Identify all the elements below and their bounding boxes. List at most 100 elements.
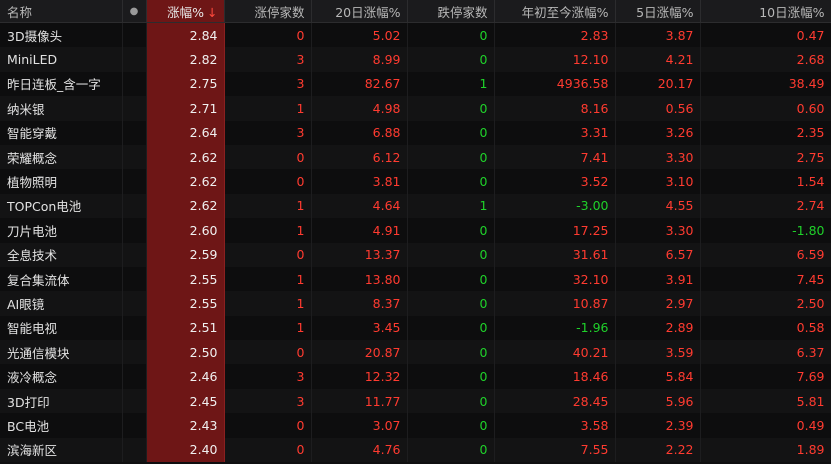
cell-name: 光通信模块: [0, 340, 123, 365]
cell-limit-down: 1: [407, 71, 495, 97]
cell-limit-up: 0: [224, 437, 312, 463]
table-row[interactable]: 滨海新区 2.40 0 4.76 0 7.55 2.22 1.89: [0, 437, 831, 463]
cell-limit-down: 0: [407, 47, 495, 72]
cell-change-10d: 2.50: [700, 291, 831, 316]
cell-ytd: 3.52: [494, 169, 616, 194]
cell-ytd: 31.61: [494, 242, 616, 267]
cell-limit-down: 0: [407, 96, 495, 121]
table-row[interactable]: 智能电视 2.51 1 3.45 0 -1.96 2.89 0.58: [0, 315, 831, 341]
table-row[interactable]: AI眼镜 2.55 1 8.37 0 10.87 2.97 2.50: [0, 291, 831, 316]
cell-name: 滨海新区: [0, 437, 123, 463]
cell-limit-down: 0: [407, 242, 495, 267]
cell-ytd: 12.10: [494, 47, 616, 72]
table-body: 3D摄像头 2.84 0 5.02 0 2.83 3.87 0.47 MiniLED 2.82 3 8…: [0, 22, 831, 463]
cell-change-5d: 3.10: [615, 169, 701, 194]
cell-change: 2.43: [146, 413, 225, 438]
cell-change-20d: 6.88: [311, 120, 408, 145]
cell-change-20d: 11.77: [311, 388, 408, 414]
cell-watch: [122, 364, 147, 389]
column-header-limit-up[interactable]: 涨停家数: [224, 0, 312, 23]
cell-change-10d: 0.60: [700, 96, 831, 121]
sector-ranking-table: 名称 ● 涨幅% ↓ 涨停家数 20日涨幅% 跌停家数 年初至今涨幅% 5日涨幅%…: [0, 0, 831, 463]
table-row[interactable]: TOPCon电池 2.62 1 4.64 1 -3.00 4.55 2.74: [0, 193, 831, 219]
cell-ytd: 17.25: [494, 218, 616, 243]
table-row[interactable]: BC电池 2.43 0 3.07 0 3.58 2.39 0.49: [0, 413, 831, 438]
cell-change: 2.40: [146, 437, 225, 463]
table-header-row: 名称 ● 涨幅% ↓ 涨停家数 20日涨幅% 跌停家数 年初至今涨幅% 5日涨幅%…: [0, 0, 831, 23]
table-row[interactable]: 植物照明 2.62 0 3.81 0 3.52 3.10 1.54: [0, 169, 831, 194]
table-row[interactable]: 复合集流体 2.55 1 13.80 0 32.10 3.91 7.45: [0, 266, 831, 292]
cell-change-20d: 4.98: [311, 96, 408, 121]
cell-change-10d: 2.74: [700, 193, 831, 219]
cell-watch: [122, 47, 147, 72]
cell-change: 2.84: [146, 22, 225, 48]
cell-change-10d: 6.59: [700, 242, 831, 267]
table-row[interactable]: 液冷概念 2.46 3 12.32 0 18.46 5.84 7.69: [0, 364, 831, 389]
cell-limit-up: 3: [224, 120, 312, 145]
cell-change-10d: 1.54: [700, 169, 831, 194]
cell-watch: [122, 193, 147, 219]
cell-change-10d: 1.89: [700, 437, 831, 463]
column-header-name[interactable]: 名称: [0, 0, 123, 23]
cell-change-10d: -1.80: [700, 218, 831, 243]
cell-name: 智能电视: [0, 315, 123, 341]
table-row[interactable]: MiniLED 2.82 3 8.99 0 12.10 4.21 2.68: [0, 47, 831, 72]
cell-limit-down: 1: [407, 193, 495, 219]
watch-dot-icon[interactable]: ●: [122, 0, 147, 23]
table-row[interactable]: 昨日连板_含一字 2.75 3 82.67 1 4936.58 20.17 38.49: [0, 71, 831, 97]
cell-limit-up: 1: [224, 291, 312, 316]
cell-change-5d: 4.21: [615, 47, 701, 72]
cell-change: 2.64: [146, 120, 225, 145]
cell-name: AI眼镜: [0, 291, 123, 316]
column-header-limit-down[interactable]: 跌停家数: [407, 0, 495, 23]
cell-change-10d: 7.45: [700, 266, 831, 292]
cell-limit-down: 0: [407, 22, 495, 48]
cell-change: 2.55: [146, 291, 225, 316]
cell-change: 2.55: [146, 266, 225, 292]
cell-watch: [122, 242, 147, 267]
cell-watch: [122, 413, 147, 438]
cell-change-20d: 8.99: [311, 47, 408, 72]
cell-change-10d: 7.69: [700, 364, 831, 389]
cell-change-10d: 5.81: [700, 388, 831, 414]
column-header-change[interactable]: 涨幅% ↓: [146, 0, 225, 23]
cell-ytd: 7.55: [494, 437, 616, 463]
table-row[interactable]: 智能穿戴 2.64 3 6.88 0 3.31 3.26 2.35: [0, 120, 831, 145]
cell-watch: [122, 291, 147, 316]
cell-limit-up: 0: [224, 144, 312, 170]
column-header-ytd[interactable]: 年初至今涨幅%: [494, 0, 616, 23]
cell-limit-down: 0: [407, 291, 495, 316]
cell-change: 2.60: [146, 218, 225, 243]
cell-change: 2.75: [146, 71, 225, 97]
cell-limit-down: 0: [407, 266, 495, 292]
table-row[interactable]: 3D摄像头 2.84 0 5.02 0 2.83 3.87 0.47: [0, 22, 831, 48]
cell-limit-down: 0: [407, 364, 495, 389]
cell-limit-down: 0: [407, 218, 495, 243]
table-row[interactable]: 光通信模块 2.50 0 20.87 0 40.21 3.59 6.37: [0, 340, 831, 365]
column-header-change-5d[interactable]: 5日涨幅%: [615, 0, 701, 23]
cell-change-5d: 2.22: [615, 437, 701, 463]
cell-limit-up: 3: [224, 47, 312, 72]
cell-limit-up: 0: [224, 22, 312, 48]
cell-watch: [122, 266, 147, 292]
cell-change-5d: 4.55: [615, 193, 701, 219]
cell-change: 2.50: [146, 340, 225, 365]
table-row[interactable]: 全息技术 2.59 0 13.37 0 31.61 6.57 6.59: [0, 242, 831, 267]
table-row[interactable]: 纳米银 2.71 1 4.98 0 8.16 0.56 0.60: [0, 96, 831, 121]
cell-limit-up: 3: [224, 388, 312, 414]
cell-watch: [122, 388, 147, 414]
cell-watch: [122, 71, 147, 97]
cell-ytd: 2.83: [494, 22, 616, 48]
table-row[interactable]: 刀片电池 2.60 1 4.91 0 17.25 3.30 -1.80: [0, 218, 831, 243]
cell-change: 2.46: [146, 364, 225, 389]
cell-change-10d: 6.37: [700, 340, 831, 365]
cell-limit-up: 0: [224, 242, 312, 267]
table-row[interactable]: 3D打印 2.45 3 11.77 0 28.45 5.96 5.81: [0, 388, 831, 414]
cell-change-5d: 5.96: [615, 388, 701, 414]
table-row[interactable]: 荣耀概念 2.62 0 6.12 0 7.41 3.30 2.75: [0, 144, 831, 170]
cell-limit-up: 0: [224, 413, 312, 438]
column-header-change-20d[interactable]: 20日涨幅%: [311, 0, 408, 23]
cell-change-20d: 5.02: [311, 22, 408, 48]
cell-ytd: 18.46: [494, 364, 616, 389]
column-header-change-10d[interactable]: 10日涨幅%: [700, 0, 831, 23]
